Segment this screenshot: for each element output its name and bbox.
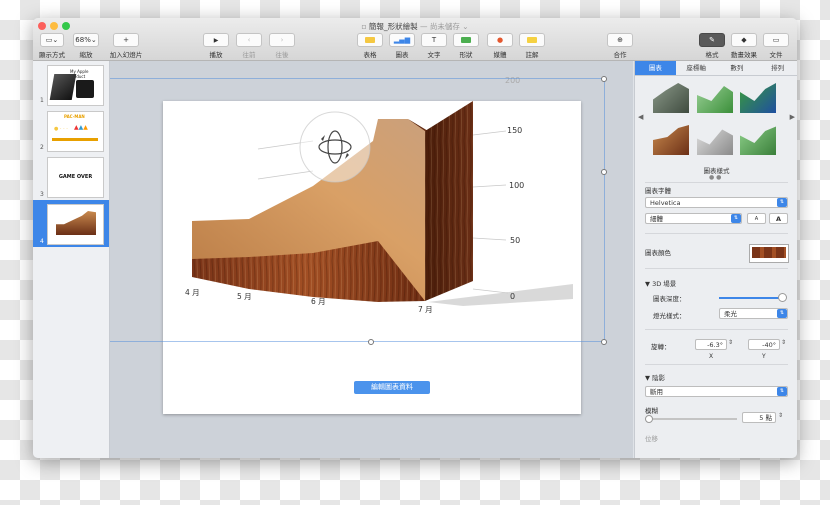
collaborate-button[interactable]: ⊕ 合作 — [607, 33, 633, 59]
styles-prev-arrow[interactable]: ◀ — [638, 113, 643, 121]
view-menu-button[interactable]: ▭⌄ 顯示方式 — [39, 33, 65, 59]
styles-page-dots[interactable]: ● ● — [709, 174, 721, 181]
table-button[interactable]: 表格 — [357, 33, 383, 59]
font-weight-select[interactable]: 細體 ⇅ — [645, 213, 742, 224]
ghost-sprites: ▲▲▲ — [74, 124, 88, 131]
save-status: 尚未儲存 — [429, 22, 460, 31]
media-icon: ● — [496, 36, 504, 44]
blur-stepper[interactable]: ⇕ — [778, 412, 783, 419]
font-larger-button[interactable]: A — [769, 213, 788, 224]
play-icon: ▶ — [213, 36, 219, 44]
back-icon: ‹ — [247, 36, 251, 44]
zoom-menu-button[interactable]: 68% ⌄ 縮放 — [73, 33, 99, 59]
blur-slider-knob[interactable] — [645, 415, 653, 423]
pacman-dots: ● · · · — [54, 126, 68, 132]
add-slide-button[interactable]: + 加入幻燈片 — [109, 33, 143, 59]
depth-slider[interactable] — [719, 297, 783, 299]
media-button[interactable]: ● 媒體 — [487, 33, 513, 59]
document-panel-icon: ▭ — [772, 36, 780, 44]
wood-color-swatch — [752, 247, 786, 258]
text-button[interactable]: T 文字 — [421, 33, 447, 59]
blur-value-field[interactable]: 5 點 — [742, 412, 776, 423]
slide-thumbnail-4[interactable] — [47, 204, 104, 245]
plus-icon: + — [123, 36, 129, 44]
document-icon: ▫ — [361, 22, 369, 31]
document-button[interactable]: ▭ 文件 — [763, 33, 789, 59]
titlebar: ▫ 簡報_形狀繪製 — 尚未儲存 ⌄ ▭⌄ 顯示方式 68% ⌄ 縮放 + 加入幻… — [33, 18, 797, 61]
keynote-window: ▫ 簡報_形狀繪製 — 尚未儲存 ⌄ ▭⌄ 顯示方式 68% ⌄ 縮放 + 加入幻… — [33, 18, 797, 458]
font-family-select[interactable]: Helvetica ⇅ — [645, 197, 788, 208]
collaborate-icon: ⊕ — [617, 36, 623, 44]
back-button[interactable]: ‹ 往前 — [236, 33, 262, 59]
rotate-y-field[interactable]: -40° — [748, 339, 780, 350]
tab-series[interactable]: 數列 — [717, 61, 758, 75]
resize-handle-b[interactable] — [368, 339, 374, 345]
rotate-x-stepper[interactable]: ⇕ — [728, 339, 733, 346]
sidebar-view-icon: ▭⌄ — [45, 36, 59, 44]
blur-slider[interactable] — [645, 418, 737, 420]
chart-icon: ▂▄▆ — [393, 36, 411, 44]
slide-thumbnail-2[interactable]: PAC-MAN ● · · · ▲▲▲ — [47, 111, 104, 152]
comment-button[interactable]: 註解 — [519, 33, 545, 59]
product-image-2 — [76, 80, 94, 98]
chart-style-2[interactable] — [697, 86, 733, 113]
chart-button[interactable]: ▂▄▆ 圖表 — [389, 33, 415, 59]
chart-style-4-wood[interactable] — [653, 125, 689, 155]
font-smaller-button[interactable]: A — [747, 213, 766, 224]
selection-outline — [110, 78, 605, 342]
forward-icon: › — [280, 36, 284, 44]
resize-handle-tr[interactable] — [601, 76, 607, 82]
product-image — [49, 74, 77, 100]
rotate-x-field[interactable]: -6.3° — [695, 339, 727, 350]
animate-icon: ◆ — [741, 36, 747, 44]
chart-style-5[interactable] — [697, 129, 733, 155]
tab-axis[interactable]: 座標軸 — [676, 61, 717, 75]
slide-canvas: 200 150 100 50 0 4 月 5 月 6 月 7 月 編輯圖表資料 — [110, 61, 633, 458]
tab-chart[interactable]: 圖表 — [635, 61, 676, 75]
forward-button[interactable]: › 往後 — [269, 33, 295, 59]
play-button[interactable]: ▶ 播放 — [203, 33, 229, 59]
shape-icon — [461, 37, 471, 43]
chevron-updown-icon: ⇅ — [777, 198, 787, 207]
comment-icon — [527, 37, 537, 43]
rotate-y-stepper[interactable]: ⇕ — [781, 339, 786, 346]
slide-thumbnail-1[interactable]: My Apple Product — [47, 65, 104, 106]
tab-arrange[interactable]: 排列 — [757, 61, 797, 75]
resize-handle-r[interactable] — [601, 169, 607, 175]
edit-chart-data-button[interactable]: 編輯圖表資料 — [354, 381, 430, 394]
text-icon: T — [431, 36, 437, 44]
format-inspector: 圖表 座標軸 數列 排列 ◀ ▶ 圖表樣式 ● ● 圖表字體 Helvetica… — [634, 61, 797, 458]
styles-next-arrow[interactable]: ▶ — [790, 113, 795, 121]
wood-chart-thumb — [56, 211, 96, 235]
chevron-updown-icon: ⇅ — [777, 309, 787, 318]
chart-colors-well[interactable] — [749, 244, 789, 263]
maze-bar — [52, 138, 98, 141]
depth-slider-knob[interactable] — [778, 293, 787, 302]
resize-handle-br[interactable] — [601, 339, 607, 345]
inspector-tabs: 圖表 座標軸 數列 排列 — [635, 61, 797, 76]
chevron-updown-icon: ⇅ — [731, 214, 741, 223]
chart-style-3[interactable] — [740, 83, 776, 113]
slide-thumbnail-3[interactable]: GAME OVER — [47, 157, 104, 198]
animate-button[interactable]: ◆ 動畫效果 — [729, 33, 759, 59]
chart-style-6[interactable] — [740, 126, 776, 155]
chart-style-1[interactable] — [653, 83, 689, 113]
window-title: ▫ 簡報_形狀繪製 — 尚未儲存 ⌄ — [361, 22, 469, 31]
chevron-down-icon[interactable]: ⌄ — [460, 22, 468, 31]
shape-button[interactable]: 形狀 — [453, 33, 479, 59]
format-brush-icon: ✎ — [709, 36, 715, 44]
lighting-style-select[interactable]: 柔光 ⇅ — [719, 308, 788, 319]
chevron-updown-icon: ⇅ — [777, 387, 787, 396]
table-icon — [365, 37, 375, 43]
slide-navigator: 1 My Apple Product 2 PAC-MAN ● · · · ▲▲▲… — [33, 61, 110, 458]
shadow-select[interactable]: 斷用 ⇅ — [645, 386, 788, 397]
format-button[interactable]: ✎ 格式 — [699, 33, 725, 59]
